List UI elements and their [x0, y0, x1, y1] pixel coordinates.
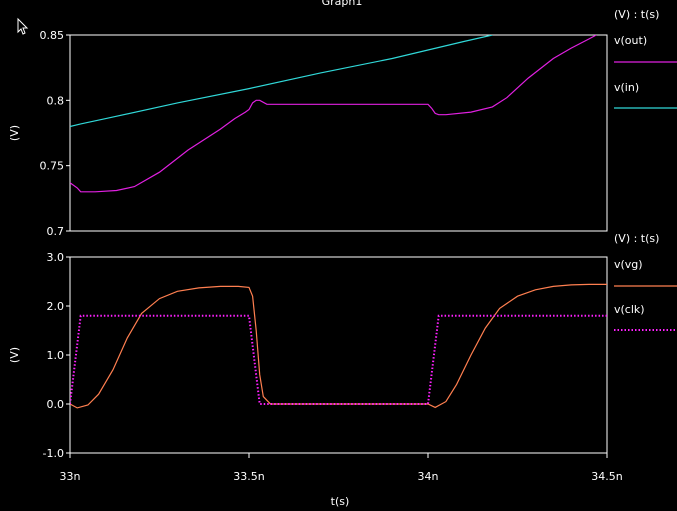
y-axis-label: (V)	[8, 347, 21, 363]
x-axis: 33n 33.5n 34n 34.5n	[60, 453, 623, 483]
x-axis-label: t(s)	[331, 495, 350, 508]
series-line-v-clk	[70, 314, 607, 405]
legend-label-v-in: v(in)	[614, 81, 639, 94]
x-tick-label: 34n	[418, 470, 439, 483]
plot-frame	[69, 34, 608, 232]
waveform-viewer: Graph1 0.85 0.8 0.75 0.7 (V) (V) : t(s) v(out)…	[8, 0, 677, 508]
series-line-v-out	[70, 35, 597, 193]
graph-title: Graph1	[322, 0, 363, 8]
y-tick-label: -1.0	[43, 447, 64, 460]
y-tick-label: 0.85	[40, 29, 65, 42]
legend-header: (V) : t(s)	[614, 232, 659, 245]
x-tick-label: 33n	[60, 470, 81, 483]
series-line-v-vg	[70, 283, 607, 409]
y-tick-label: 0.75	[40, 160, 65, 173]
y-tick-label: 0.0	[47, 398, 65, 411]
series-line-v-in	[70, 35, 493, 128]
bottom-plot-panel: 3.0 2.0 1.0 0.0 -1.0 (V) (V) : t(s) v(vg) v(clk)	[8, 232, 677, 460]
legend-label-v-out: v(out)	[614, 34, 647, 47]
y-axis-label: (V)	[8, 125, 21, 141]
x-tick-label: 33.5n	[233, 470, 264, 483]
y-tick-label: 2.0	[47, 300, 65, 313]
x-tick-label: 34.5n	[591, 470, 622, 483]
y-tick-label: 0.8	[47, 94, 65, 107]
mouse-pointer-icon	[17, 17, 29, 35]
legend-header: (V) : t(s)	[614, 8, 659, 21]
y-tick-label: 0.7	[47, 225, 65, 238]
legend-label-v-clk: v(clk)	[614, 303, 645, 316]
top-plot-panel: 0.85 0.8 0.75 0.7 (V) (V) : t(s) v(out) v(in)	[8, 8, 677, 238]
plot-frame	[69, 256, 608, 454]
y-tick-label: 3.0	[47, 251, 65, 264]
y-tick-label: 1.0	[47, 349, 65, 362]
legend-label-v-vg: v(vg)	[614, 258, 643, 271]
